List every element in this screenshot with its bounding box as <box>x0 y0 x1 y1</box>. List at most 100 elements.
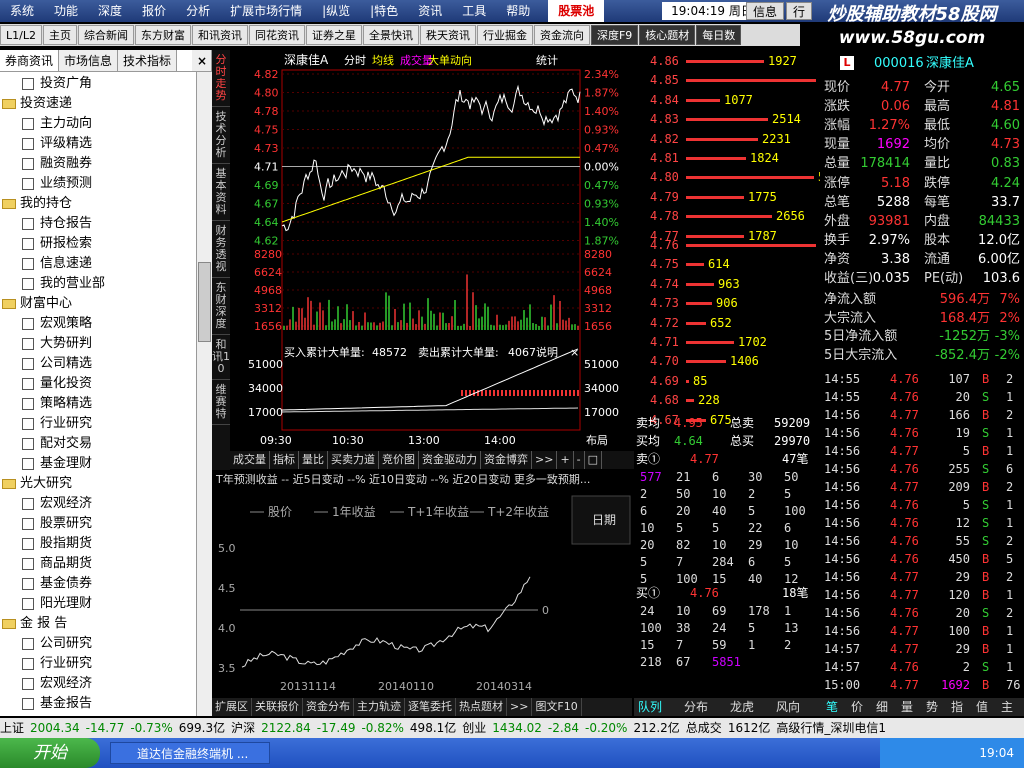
vertical-tab-6[interactable]: 维赛特 <box>212 380 230 425</box>
menu-item-7[interactable]: |特色 <box>360 0 408 22</box>
tree-folder[interactable]: 财富中心 <box>2 294 212 314</box>
quote-tab-6[interactable]: 值 <box>976 698 988 716</box>
toolbar-button-11[interactable]: 深度F9 <box>590 25 639 45</box>
chart-button-4[interactable]: 竞价图 <box>379 451 419 469</box>
chart-button-2[interactable]: 量比 <box>299 451 328 469</box>
toolbar-button-13[interactable]: 每日数 <box>696 25 742 45</box>
chart-button-7[interactable]: >> <box>532 451 558 469</box>
sidebar-close-icon[interactable]: × <box>192 50 212 71</box>
menu-stock-pool[interactable]: 股票池 <box>548 0 605 22</box>
vertical-tab-4[interactable]: 东财深度 <box>212 278 230 335</box>
menu-item-6[interactable]: |纵览 <box>312 0 360 22</box>
tree-leaf[interactable]: 我的营业部 <box>2 274 212 294</box>
chart-button-8[interactable]: + <box>557 451 574 469</box>
menu-item-0[interactable]: 系统 <box>0 0 44 22</box>
scroll-thumb[interactable] <box>198 262 211 342</box>
tree-leaf[interactable]: 投资广角 <box>2 74 212 94</box>
bottom-tab-3[interactable]: 主力轨迹 <box>354 698 405 716</box>
tree-leaf[interactable]: 评级精选 <box>2 134 212 154</box>
toolbar-button-9[interactable]: 行业掘金 <box>476 25 533 45</box>
chart-button-1[interactable]: 指标 <box>270 451 299 469</box>
chart-button-0[interactable]: 成交量 <box>230 451 270 469</box>
tree-leaf[interactable]: 研报检索 <box>2 234 212 254</box>
menu-item-4[interactable]: 分析 <box>176 0 220 22</box>
tree-leaf[interactable]: 商品期货 <box>2 554 212 574</box>
orderbook-tab-1[interactable]: 分布 <box>684 698 708 716</box>
bottom-tab-4[interactable]: 逐笔委托 <box>405 698 456 716</box>
toolbar-button-4[interactable]: 和讯资讯 <box>191 25 248 45</box>
menu-item-1[interactable]: 功能 <box>44 0 88 22</box>
toolbar-button-5[interactable]: 同花资讯 <box>248 25 305 45</box>
toolbar-button-10[interactable]: 资金流向 <box>533 25 590 45</box>
quote-tab-0[interactable]: 笔 <box>826 698 838 716</box>
vertical-tab-3[interactable]: 财务透视 <box>212 221 230 278</box>
toolbar-button-8[interactable]: 秩天资讯 <box>419 25 476 45</box>
tree-leaf[interactable]: 配对交易 <box>2 434 212 454</box>
tree-leaf[interactable]: 量化投资 <box>2 374 212 394</box>
toolbar-button-12[interactable]: 核心题材 <box>639 25 696 45</box>
tree-leaf[interactable]: 宏观策略 <box>2 314 212 334</box>
quote-tab-3[interactable]: 量 <box>901 698 913 716</box>
tree-leaf[interactable]: 宏观经济 <box>2 674 212 694</box>
vertical-tab-5[interactable]: 和讯10 <box>212 335 230 380</box>
tree-leaf[interactable]: 公司精选 <box>2 354 212 374</box>
tree-leaf[interactable]: 股票研究 <box>2 514 212 534</box>
tree-leaf[interactable]: 行业研究 <box>2 654 212 674</box>
tree-leaf[interactable]: 基金理财 <box>2 454 212 474</box>
bottom-tab-7[interactable]: 图文F10 <box>532 698 582 716</box>
menu-item-9[interactable]: 工具 <box>452 0 496 22</box>
intraday-chart[interactable]: 深康佳A 分时 均线 成交量大单动向 统计4.82 2.34%4.80 1.87%4.78 1… <box>230 50 634 450</box>
bottom-tab-0[interactable]: 扩展区 <box>212 698 252 716</box>
tree-folder[interactable]: 投资速递 <box>2 94 212 114</box>
toolbar-button-2[interactable]: 综合新闻 <box>77 25 134 45</box>
tree-leaf[interactable]: 大势研判 <box>2 334 212 354</box>
tree-leaf[interactable]: 基金债券 <box>2 574 212 594</box>
tree-leaf[interactable]: 主力动向 <box>2 114 212 134</box>
menu-item-2[interactable]: 深度 <box>88 0 132 22</box>
toolbar-button-1[interactable]: 主页 <box>42 25 77 45</box>
menu-item-3[interactable]: 报价 <box>132 0 176 22</box>
quote-tab-7[interactable]: 主 <box>1001 698 1013 716</box>
tree-folder[interactable]: 金 报 告 <box>2 614 212 634</box>
bottom-tab-2[interactable]: 资金分布 <box>303 698 354 716</box>
chart-button-6[interactable]: 资金博弈 <box>481 451 532 469</box>
tree-leaf[interactable]: 行业研究 <box>2 414 212 434</box>
toolbar-button-7[interactable]: 全景快讯 <box>362 25 419 45</box>
orderbook-tab-3[interactable]: 风向 <box>776 698 800 716</box>
chart-button-9[interactable]: - <box>574 451 585 469</box>
sidebar-scrollbar[interactable] <box>196 72 212 716</box>
taskbar-item[interactable]: 道达信金融终端机 ... <box>110 742 270 764</box>
orderbook-tab-2[interactable]: 龙虎 <box>730 698 754 716</box>
tree-leaf[interactable]: 基金报告 <box>2 694 212 714</box>
tree-folder[interactable]: 光大研究 <box>2 474 212 494</box>
menu-item-5[interactable]: 扩展市场行情 <box>220 0 312 22</box>
tree-leaf[interactable]: 宏观经济 <box>2 494 212 514</box>
tree-leaf[interactable]: 持仓报告 <box>2 214 212 234</box>
orderbook-tab-0[interactable]: 队列 <box>638 698 662 716</box>
bottom-tab-5[interactable]: 热点题材 <box>456 698 507 716</box>
menu-item-10[interactable]: 帮助 <box>496 0 540 22</box>
vertical-tab-0[interactable]: 分时走势 <box>212 50 230 107</box>
sidebar-tab-2[interactable]: 技术指标 <box>118 50 178 71</box>
menu-item-8[interactable]: 资讯 <box>408 0 452 22</box>
sidebar-tab-0[interactable]: 券商资讯 <box>0 50 60 71</box>
vertical-tab-2[interactable]: 基本资料 <box>212 164 230 221</box>
chart-button-5[interactable]: 资金驱动力 <box>419 451 481 469</box>
quote-tab-1[interactable]: 价 <box>851 698 863 716</box>
tree-leaf[interactable]: 公司研究 <box>2 634 212 654</box>
bottom-tab-1[interactable]: 关联报价 <box>252 698 303 716</box>
quote-tab-2[interactable]: 细 <box>876 698 888 716</box>
start-button[interactable]: 开始 <box>0 738 100 768</box>
tree-leaf[interactable]: 股指期货 <box>2 534 212 554</box>
menu-right-0[interactable]: 信息 <box>746 2 785 20</box>
quote-tab-4[interactable]: 势 <box>926 698 938 716</box>
toolbar-button-0[interactable]: L1/L2 <box>0 25 42 45</box>
chart-button-3[interactable]: 买卖力道 <box>328 451 379 469</box>
toolbar-button-6[interactable]: 证券之星 <box>305 25 362 45</box>
bottom-tab-6[interactable]: >> <box>507 698 533 716</box>
vertical-tab-1[interactable]: 技术分析 <box>212 107 230 164</box>
tree-leaf[interactable]: 信息速递 <box>2 254 212 274</box>
tree-leaf[interactable]: 业绩预测 <box>2 174 212 194</box>
toolbar-button-3[interactable]: 东方财富 <box>134 25 191 45</box>
quote-tab-5[interactable]: 指 <box>951 698 963 716</box>
